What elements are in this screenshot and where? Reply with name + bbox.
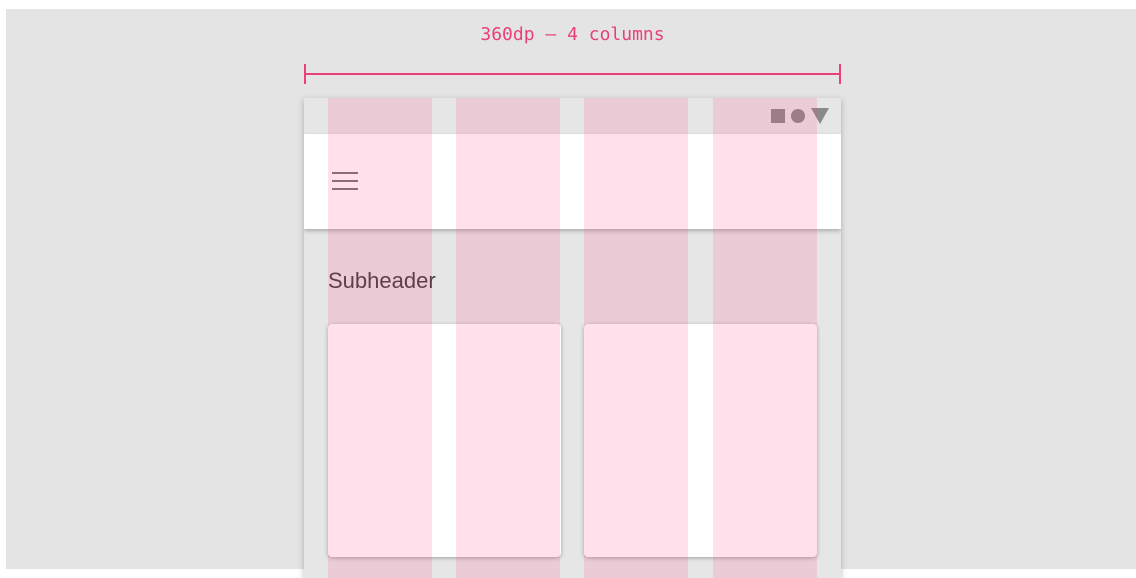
dimension-label: 360dp – 4 columns [480,24,665,45]
card[interactable] [328,324,561,557]
triangle-icon [811,108,829,124]
subheader: Subheader [328,268,436,293]
status-bar [304,98,841,134]
card[interactable] [584,324,817,557]
square-icon [771,109,785,123]
status-icons [771,108,829,124]
dimension-tick-right [839,64,841,84]
phone-mockup: Subheader [304,98,841,578]
hamburger-menu-icon[interactable] [332,172,358,192]
dimension-line [305,73,840,75]
app-bar [304,134,841,229]
circle-icon [791,109,805,123]
